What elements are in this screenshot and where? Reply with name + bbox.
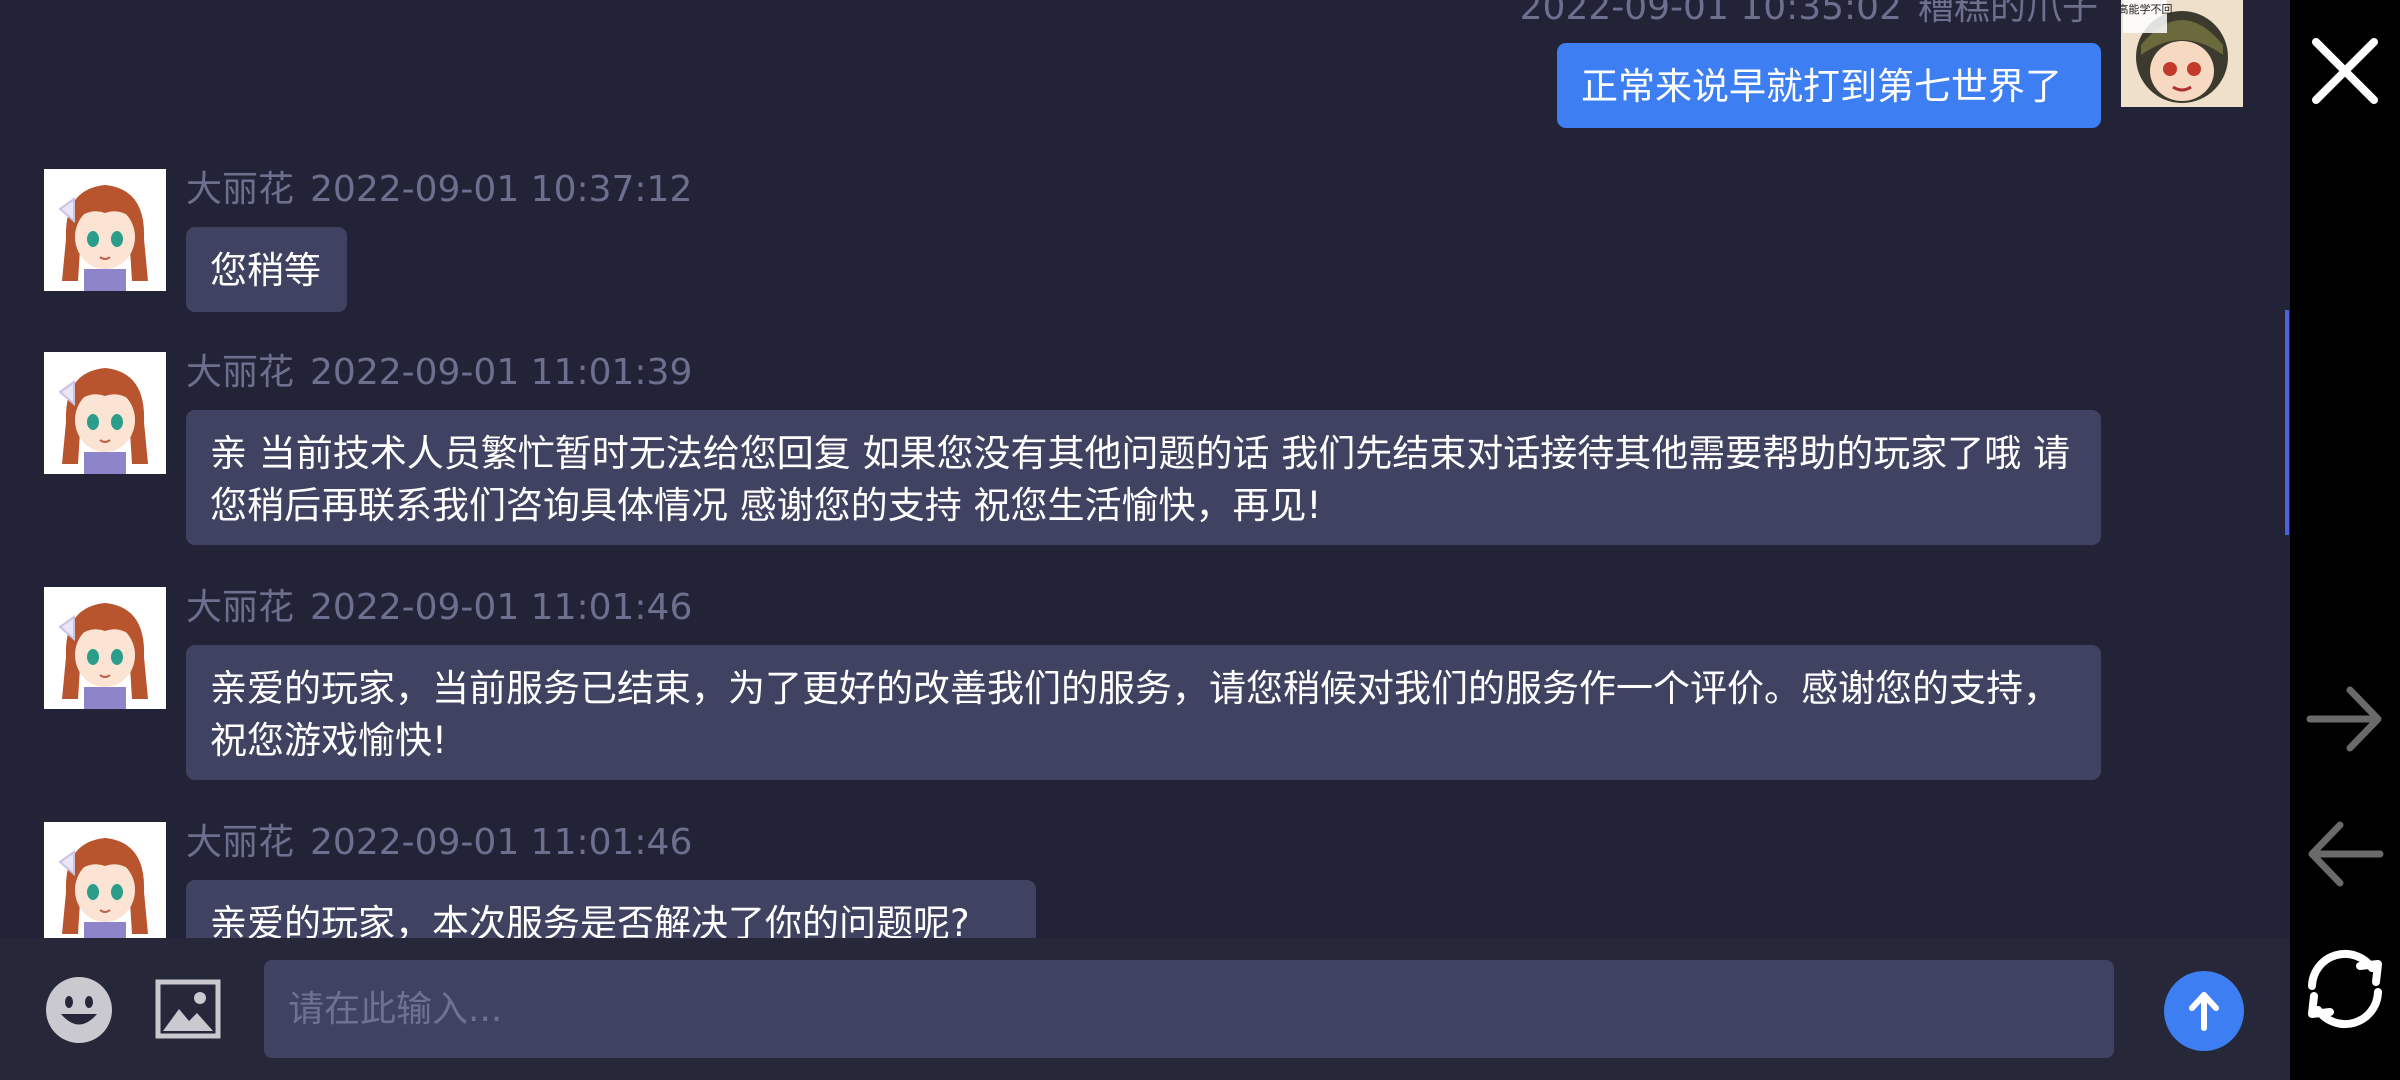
agent-avatar-image: [44, 822, 166, 938]
message-text: 亲 当前技术人员繁忙暂时无法给您回复 如果您没有其他问题的话 我们先结束对话接待…: [210, 432, 2071, 527]
self-message-bubble[interactable]: 正常来说早就打到第七世界了: [1557, 43, 2101, 128]
avatar-badge-text: 高能学不回: [2121, 2, 2173, 16]
arrow-left-icon: [2308, 821, 2384, 887]
sender-name: 大丽花: [186, 169, 295, 210]
back-button[interactable]: [2298, 807, 2392, 901]
agent-message-meta: 大丽花 2022-09-01 11:01:39: [186, 353, 708, 393]
close-icon: [2312, 38, 2378, 104]
agent-message-meta: 大丽花 2022-09-01 10:37:12: [186, 170, 708, 210]
arrow-up-icon: [2189, 992, 2219, 1031]
self-avatar[interactable]: 高能学不回: [2121, 0, 2243, 107]
refresh-button[interactable]: [2298, 942, 2392, 1036]
agent-message-bubble[interactable]: 亲 当前技术人员繁忙暂时无法给您回复 如果您没有其他问题的话 我们先结束对话接待…: [186, 410, 2101, 545]
close-button[interactable]: [2298, 24, 2392, 118]
sender-name: 糟糕的爪子: [1917, 0, 2098, 28]
agent-avatar-image: [44, 587, 166, 709]
sender-name: 大丽花: [186, 587, 295, 628]
self-message-meta: 2022-09-01 10:35:02 糟糕的爪子: [1520, 0, 2098, 28]
message-text: 您稍等: [210, 249, 321, 292]
sender-name: 大丽花: [186, 822, 295, 863]
message-time: 2022-09-01 11:01:46: [310, 587, 693, 628]
message-time: 2022-09-01 11:01:39: [310, 352, 693, 393]
sender-name: 大丽花: [186, 352, 295, 393]
message-time: 2022-09-01 10:35:02: [1519, 0, 1902, 28]
emoji-icon[interactable]: [44, 975, 114, 1045]
agent-avatar[interactable]: [44, 169, 166, 291]
agent-message-bubble[interactable]: 亲爱的玩家，本次服务是否解决了你的问题呢?: [186, 880, 1036, 938]
message-text: 正常来说早就打到第七世界了: [1581, 65, 2062, 108]
agent-message-bubble[interactable]: 亲爱的玩家，当前服务已结束，为了更好的改善我们的服务，请您稍候对我们的服务作一个…: [186, 645, 2101, 780]
image-icon[interactable]: [155, 979, 221, 1039]
message-time: 2022-09-01 10:37:12: [310, 169, 693, 210]
forward-button[interactable]: [2298, 672, 2392, 766]
arrow-right-icon: [2306, 686, 2382, 752]
refresh-icon: [2308, 949, 2382, 1029]
agent-message-meta: 大丽花 2022-09-01 11:01:46: [186, 588, 708, 628]
message-time: 2022-09-01 11:01:46: [310, 822, 693, 863]
agent-avatar-image: [44, 352, 166, 474]
message-text: 亲爱的玩家，本次服务是否解决了你的问题呢?: [210, 902, 970, 938]
self-avatar-image: 高能学不回: [2121, 0, 2243, 107]
agent-message-bubble[interactable]: 您稍等: [186, 227, 347, 312]
send-button[interactable]: [2164, 971, 2244, 1051]
agent-avatar[interactable]: [44, 822, 166, 938]
agent-avatar[interactable]: [44, 352, 166, 474]
scrollbar[interactable]: [2285, 310, 2289, 535]
message-text: 亲爱的玩家，当前服务已结束，为了更好的改善我们的服务，请您稍候对我们的服务作一个…: [210, 667, 2060, 762]
agent-avatar[interactable]: [44, 587, 166, 709]
agent-avatar-image: [44, 169, 166, 291]
message-input[interactable]: [264, 960, 2114, 1058]
side-panel: [2290, 0, 2400, 1080]
agent-message-meta: 大丽花 2022-09-01 11:01:46: [186, 823, 708, 863]
chat-message-list[interactable]: 2022-09-01 10:35:02 糟糕的爪子 正常来说早就打到第七世界了 高…: [0, 0, 2290, 938]
